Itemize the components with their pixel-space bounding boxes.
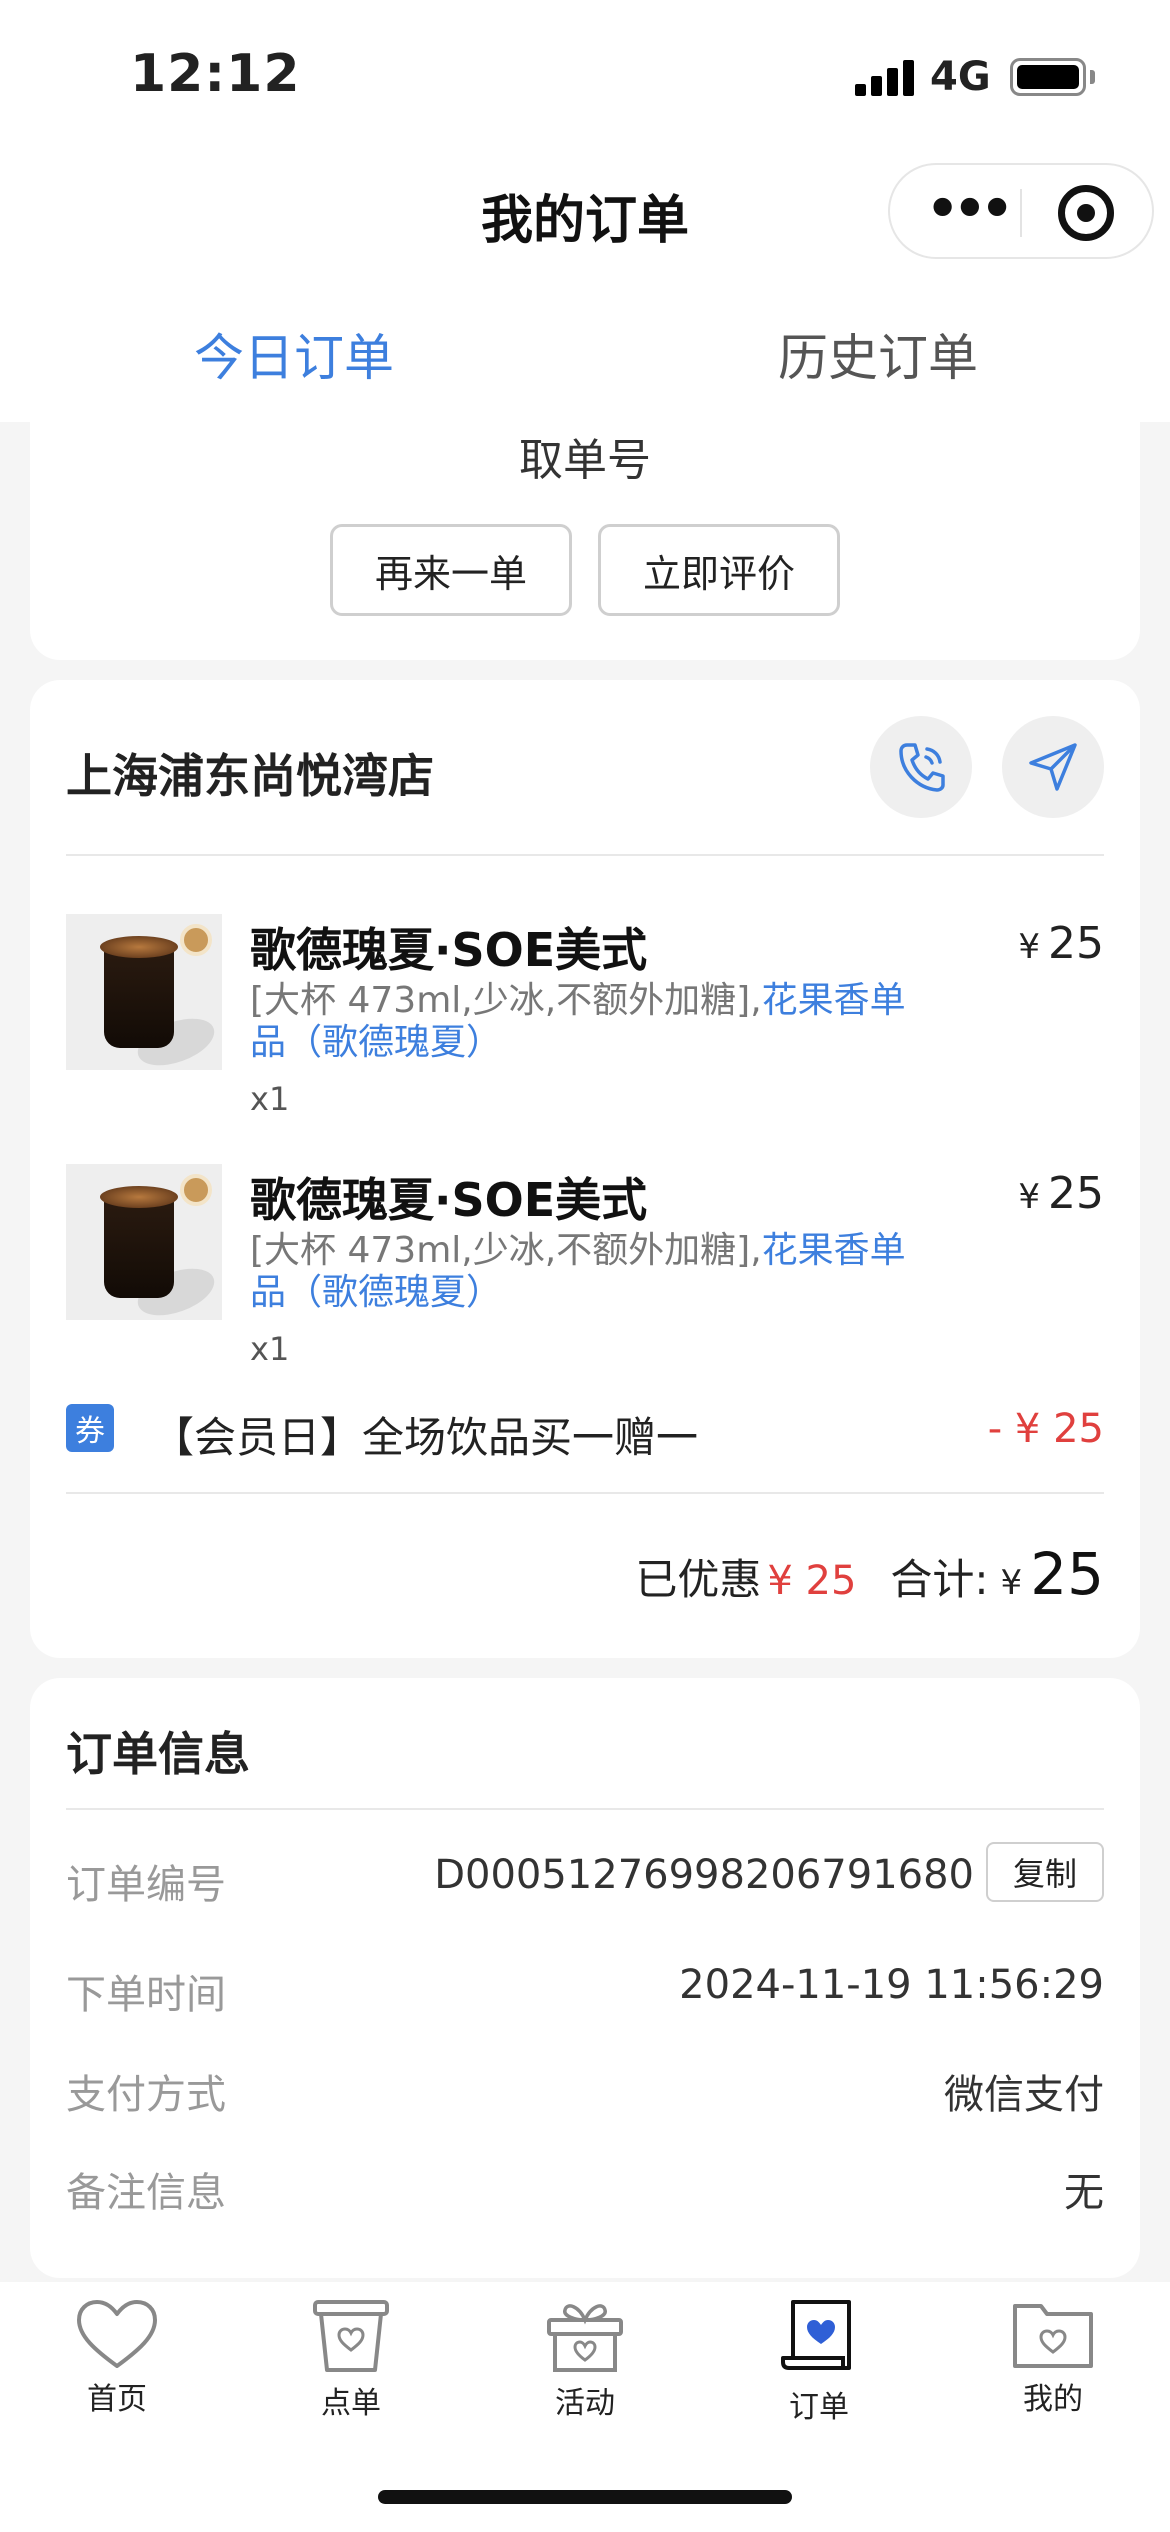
copy-button[interactable]: 复制 <box>986 1842 1104 1902</box>
item-quantity: x1 <box>250 1080 290 1118</box>
pickup-number-label: 取单号 <box>519 435 651 486</box>
item-spec: [大杯 473ml,少冰,不额外加糖],花果香单品（歌德瑰夏） <box>250 980 906 1063</box>
tabbar-label: 订单 <box>789 2390 849 2425</box>
order-info-card: 订单信息 订单编号 D00051276998206791680 复制 下单时间 … <box>30 1678 1140 2278</box>
tabbar-item-menu[interactable]: 点单 <box>276 2298 426 2428</box>
tabbar-item-orders[interactable]: 订单 <box>744 2298 894 2428</box>
total-value: 25 <box>1030 1540 1104 1608</box>
phone-icon <box>899 743 945 792</box>
brand-badge-icon <box>180 1174 212 1206</box>
total-currency: ¥ <box>1000 1563 1023 1603</box>
order-number-value: D00051276998206791680 <box>434 1852 974 1898</box>
divider <box>66 854 1104 856</box>
order-number-label: 订单编号 <box>66 1862 226 1908</box>
remark-label: 备注信息 <box>66 2170 226 2216</box>
store-name: 上海浦东尚悦湾店 <box>66 749 434 803</box>
home-indicator[interactable] <box>378 2490 792 2504</box>
order-time-value: 2024-11-19 11:56:29 <box>679 1962 1104 2008</box>
folder-icon <box>1013 2304 1093 2368</box>
item-price: ¥25 <box>1018 1168 1104 1219</box>
status-bar: 12:12 4G <box>0 0 1170 150</box>
total-label: 合计: <box>890 1555 989 1604</box>
tabbar-item-home[interactable]: 首页 <box>42 2298 192 2428</box>
tabbar-label: 我的 <box>1023 2382 1083 2417</box>
tabbar-label: 点单 <box>321 2386 381 2421</box>
order-info-title: 订单信息 <box>66 1727 250 1781</box>
order-number-row: 订单编号 D00051276998206791680 复制 <box>66 1842 1104 1922</box>
product-image <box>66 914 222 1070</box>
order-item: 歌德瑰夏·SOE美式 ¥25 [大杯 473ml,少冰,不额外加糖],花果香单品… <box>66 1164 1104 1384</box>
tabbar-item-profile[interactable]: 我的 <box>978 2298 1128 2428</box>
tabbar-label: 活动 <box>555 2386 615 2421</box>
order-item: 歌德瑰夏·SOE美式 ¥25 [大杯 473ml,少冰,不额外加糖],花果香单品… <box>66 914 1104 1134</box>
miniprogram-capsule: ••• <box>888 163 1154 259</box>
battery-icon <box>1010 58 1086 96</box>
tab-today-orders[interactable]: 今日订单 <box>194 318 394 390</box>
payment-method-row: 支付方式 微信支付 <box>66 2062 1104 2132</box>
discount-value: ¥ 25 <box>767 1558 857 1604</box>
close-miniprogram-icon[interactable] <box>1058 185 1114 241</box>
remark-row: 备注信息 无 <box>66 2160 1104 2230</box>
discount-label: 已优惠 <box>635 1555 762 1604</box>
coupon-tag: 券 <box>66 1404 114 1452</box>
coupon-amount: - ¥ 25 <box>987 1406 1104 1452</box>
reorder-button[interactable]: 再来一单 <box>330 524 572 616</box>
battery-tip <box>1090 70 1095 84</box>
navigation-arrow-icon <box>1029 743 1077 791</box>
coupon-row: 券 【会员日】全场饮品买一赠一 - ¥ 25 <box>66 1400 1104 1462</box>
nav-bar: 我的订单 ••• <box>0 150 1170 270</box>
order-time-label: 下单时间 <box>66 1972 226 2018</box>
review-button[interactable]: 立即评价 <box>598 524 840 616</box>
payment-method-value: 微信支付 <box>944 2072 1104 2118</box>
order-summary: 已优惠 ¥ 25 合计: ¥ 25 <box>635 1540 1104 1610</box>
divider <box>66 1808 1104 1810</box>
order-icon <box>781 2300 851 2370</box>
gift-icon <box>547 2304 623 2372</box>
tabbar-item-activity[interactable]: 活动 <box>510 2298 660 2428</box>
product-image <box>66 1164 222 1320</box>
call-store-button[interactable] <box>870 716 972 818</box>
item-name: 歌德瑰夏·SOE美式 <box>250 923 648 977</box>
status-time: 12:12 <box>130 44 301 104</box>
heart-icon <box>77 2300 157 2368</box>
item-spec: [大杯 473ml,少冰,不额外加糖],花果香单品（歌德瑰夏） <box>250 1230 906 1313</box>
tabbar-label: 首页 <box>87 2382 147 2417</box>
network-label: 4G <box>930 54 991 100</box>
tab-history-orders[interactable]: 历史订单 <box>778 318 978 390</box>
pickup-card: 取单号 再来一单 立即评价 <box>30 400 1140 660</box>
cup-icon <box>313 2300 389 2372</box>
brand-badge-icon <box>180 924 212 956</box>
coupon-name: 【会员日】全场饮品买一赠一 <box>152 1413 699 1462</box>
item-name: 歌德瑰夏·SOE美式 <box>250 1173 648 1227</box>
order-time-row: 下单时间 2024-11-19 11:56:29 <box>66 1962 1104 2032</box>
item-quantity: x1 <box>250 1330 290 1368</box>
navigate-store-button[interactable] <box>1002 716 1104 818</box>
signal-icon <box>855 60 915 96</box>
payment-method-label: 支付方式 <box>66 2072 226 2118</box>
more-icon[interactable]: ••• <box>926 183 1014 235</box>
capsule-divider <box>1020 189 1022 237</box>
divider <box>66 1492 1104 1494</box>
remark-value: 无 <box>1064 2170 1104 2216</box>
order-detail-card: 上海浦东尚悦湾店 歌德瑰夏·SOE美式 ¥25 [大杯 473ml,少冰,不额外… <box>30 680 1140 1658</box>
item-price: ¥25 <box>1018 918 1104 969</box>
